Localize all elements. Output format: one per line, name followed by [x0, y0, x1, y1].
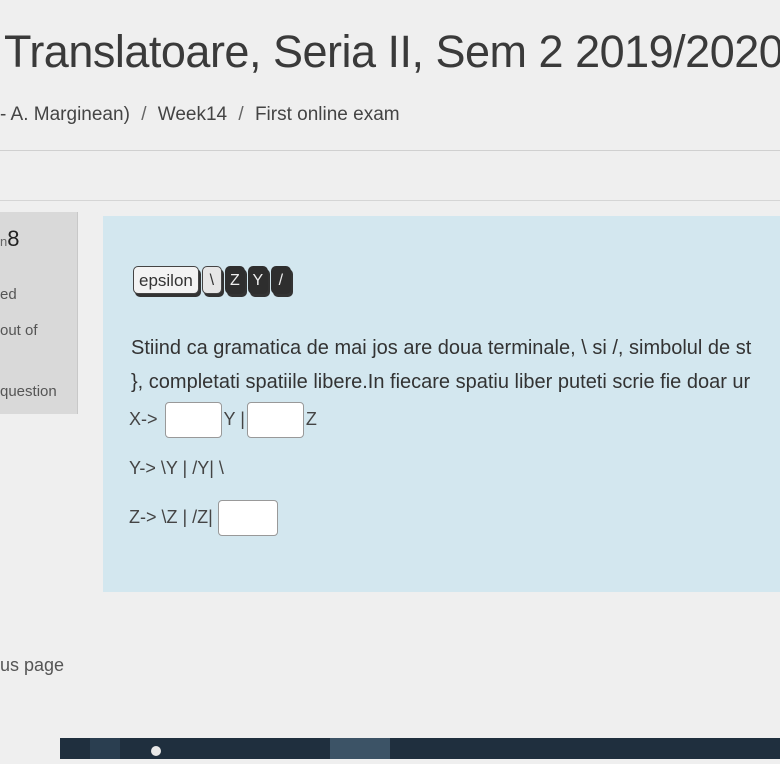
rule-text: Z-> \Z | /Z|: [129, 506, 213, 527]
drop-zone-blank-3[interactable]: [217, 500, 278, 536]
breadcrumb-course-link[interactable]: - A. Marginean): [0, 104, 130, 125]
grammar-rule-y: Y-> \Y | /Y| \: [129, 458, 224, 478]
grammar-rule-x: X-> Y | Z: [129, 402, 317, 438]
breadcrumb-separator: /: [238, 104, 244, 125]
previous-page-button[interactable]: us page: [0, 655, 64, 676]
taskbar-app-icon[interactable]: [90, 738, 120, 759]
page-title: Translatoare, Seria II, Sem 2 2019/2020: [4, 26, 780, 77]
divider: [0, 200, 780, 201]
drop-zone-blank-1[interactable]: [164, 402, 222, 438]
drag-item-z[interactable]: Z: [224, 266, 245, 294]
drag-items-tray: epsilon \ Z Y /: [133, 266, 294, 306]
breadcrumb: - A. Marginean) / Week14 / First online …: [0, 104, 400, 126]
question-marks: out of: [0, 322, 38, 339]
breadcrumb-quiz-link[interactable]: First online exam: [255, 104, 400, 125]
question-text: Stiind ca gramatica de mai jos are doua …: [131, 331, 751, 399]
drag-item-epsilon[interactable]: epsilon: [133, 266, 199, 294]
question-info-panel: n8 ed out of question: [0, 212, 78, 414]
question-status: ed: [0, 286, 17, 303]
divider: [0, 150, 780, 151]
breadcrumb-separator: /: [141, 104, 147, 125]
taskbar-app-icon[interactable]: [145, 738, 167, 759]
rule-text: Y |: [223, 408, 245, 429]
question-number-value: 8: [7, 226, 20, 251]
question-text-line: Stiind ca gramatica de mai jos are doua …: [131, 337, 752, 359]
question-text-line: }, completati spatiile libere.In fiecare…: [131, 371, 751, 393]
rule-lhs: X->: [129, 408, 158, 429]
grammar-rule-z: Z-> \Z | /Z|: [129, 500, 278, 536]
drag-item-slash[interactable]: /: [270, 266, 291, 294]
taskbar: [60, 738, 780, 759]
drag-item-backslash[interactable]: \: [201, 266, 222, 294]
rule-text: Z: [305, 408, 317, 429]
drag-item-y[interactable]: Y: [247, 266, 268, 294]
taskbar-active-app[interactable]: [330, 738, 390, 759]
flag-question-link[interactable]: question: [0, 383, 57, 400]
question-number: n8: [0, 226, 19, 252]
drop-zone-blank-2[interactable]: [246, 402, 304, 438]
breadcrumb-week-link[interactable]: Week14: [158, 104, 227, 125]
